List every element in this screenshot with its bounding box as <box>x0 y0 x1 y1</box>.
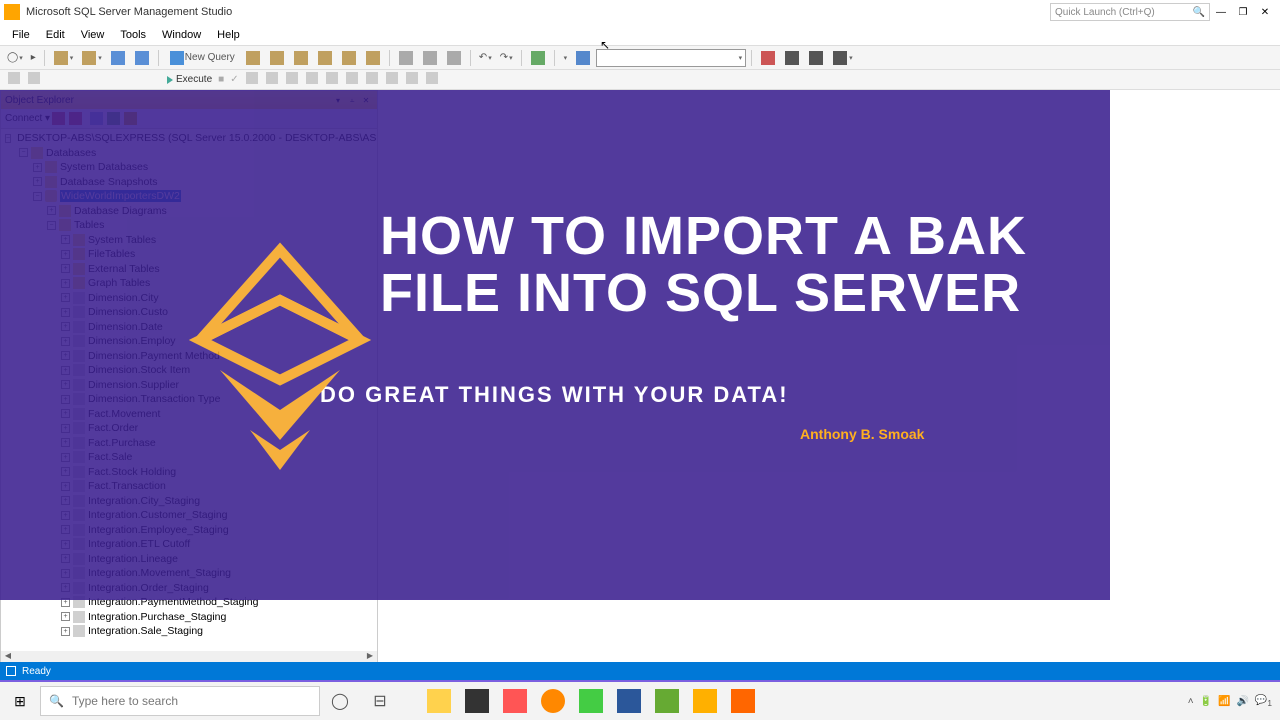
menu-tools[interactable]: Tools <box>112 29 154 41</box>
taskbar-search-input[interactable]: 🔍 Type here to search <box>40 686 320 716</box>
tb-icon-10[interactable] <box>757 50 779 66</box>
taskbar-app-explorer[interactable] <box>424 686 454 716</box>
tray-battery-icon[interactable]: 🔋 <box>1200 696 1212 707</box>
overlay-subtitle: DO GREAT THINGS WITH YOUR DATA! <box>320 382 1050 408</box>
tb-icon-12[interactable] <box>805 50 827 66</box>
app-title: Microsoft SQL Server Management Studio <box>26 6 1050 18</box>
tree-node[interactable]: +Integration.Sale_Staging <box>1 624 377 639</box>
tb-icon-3[interactable] <box>290 50 312 66</box>
tb-icon-13[interactable]: ▾ <box>829 50 856 66</box>
tb-icon-7[interactable] <box>527 50 549 66</box>
quick-launch-placeholder: Quick Launch (Ctrl+Q) <box>1055 7 1155 18</box>
tray-wifi-icon[interactable]: 📶 <box>1218 696 1230 707</box>
save-all-button[interactable] <box>131 50 153 66</box>
stop-button[interactable]: ■ <box>215 73 227 86</box>
overlay-heading: HOW TO IMPORT A BAK FILE INTO SQL SERVER <box>380 208 1050 321</box>
nav-fwd-button[interactable]: ▸ <box>28 51 39 64</box>
task-view-button[interactable]: ⊟ <box>364 685 396 717</box>
maximize-button[interactable]: ❐ <box>1232 7 1254 18</box>
app-icon <box>4 4 20 20</box>
search-placeholder: Type here to search <box>72 694 178 708</box>
copy-button[interactable] <box>419 50 441 66</box>
quick-launch-input[interactable]: Quick Launch (Ctrl+Q) 🔍 <box>1050 3 1210 21</box>
new-project-button[interactable]: ▾ <box>50 50 77 66</box>
tray-chevron-icon[interactable]: ˄ <box>1188 696 1194 707</box>
tb-icon-5[interactable] <box>338 50 360 66</box>
nav-back-button[interactable]: ◯▾ <box>4 51 26 64</box>
t2-icon-12[interactable] <box>422 71 442 88</box>
tb-icon-2[interactable] <box>266 50 288 66</box>
tray-volume-icon[interactable]: 🔊 <box>1236 696 1248 707</box>
taskbar-app-sublime[interactable] <box>728 686 758 716</box>
menu-view[interactable]: View <box>73 29 113 41</box>
title-bar: Microsoft SQL Server Management Studio Q… <box>0 0 1280 24</box>
undo-button[interactable]: ↶▾ <box>476 51 495 64</box>
cut-button[interactable] <box>395 50 417 66</box>
t2-icon-3[interactable] <box>242 71 262 88</box>
t2-icon-1[interactable] <box>4 71 24 88</box>
main-toolbar: ◯▾ ▸ ▾ ▾ New Query ↶▾ ↷▾ ▾ ▾ ▾ <box>0 46 1280 70</box>
menu-window[interactable]: Window <box>154 29 209 41</box>
t2-icon-8[interactable] <box>342 71 362 88</box>
parse-button[interactable]: ✓ <box>227 73 241 86</box>
overlay-author: Anthony B. Smoak <box>800 426 1050 442</box>
tray-notification-icon[interactable]: 💬1 <box>1255 695 1272 708</box>
tb-icon-4[interactable] <box>314 50 336 66</box>
close-button[interactable]: ✕ <box>1254 7 1276 18</box>
minimize-button[interactable]: — <box>1210 7 1232 18</box>
taskbar-app-line[interactable] <box>576 686 606 716</box>
main-area: Object Explorer ▾ ⫠ ✕ Connect ▾ −DESKTOP… <box>0 90 1280 666</box>
new-query-button[interactable]: New Query <box>164 49 240 67</box>
tb-icon-11[interactable] <box>781 50 803 66</box>
tb-icon-8[interactable]: ▾ <box>560 53 571 63</box>
menu-bar: File Edit View Tools Window Help <box>0 24 1280 46</box>
video-overlay: HOW TO IMPORT A BAK FILE INTO SQL SERVER… <box>0 90 1110 600</box>
taskbar-app-ssms[interactable] <box>690 686 720 716</box>
menu-help[interactable]: Help <box>209 29 248 41</box>
overlay-logo-icon <box>180 240 380 480</box>
t2-icon-5[interactable] <box>282 71 302 88</box>
paste-button[interactable] <box>443 50 465 66</box>
tb-icon-6[interactable] <box>362 50 384 66</box>
status-bar: Ready <box>0 662 1280 680</box>
tb-icon-9[interactable] <box>572 50 594 66</box>
menu-file[interactable]: File <box>4 29 38 41</box>
t2-icon-4[interactable] <box>262 71 282 88</box>
database-combo[interactable]: ▾ <box>596 49 746 67</box>
open-button[interactable]: ▾ <box>78 50 105 66</box>
search-icon: 🔍 <box>1193 7 1205 18</box>
status-icon <box>6 666 16 676</box>
cortana-button[interactable]: ◯ <box>324 685 356 717</box>
t2-icon-10[interactable] <box>382 71 402 88</box>
taskbar-app-word[interactable] <box>614 686 644 716</box>
t2-icon-7[interactable] <box>322 71 342 88</box>
t2-icon-2[interactable] <box>24 71 44 88</box>
t2-icon-9[interactable] <box>362 71 382 88</box>
t2-icon-6[interactable] <box>302 71 322 88</box>
taskbar-app-brave[interactable] <box>500 686 530 716</box>
system-tray[interactable]: ˄ 🔋 📶 🔊 💬1 <box>1188 695 1280 708</box>
search-icon: 🔍 <box>49 694 64 708</box>
menu-edit[interactable]: Edit <box>38 29 73 41</box>
taskbar-app-firefox[interactable] <box>538 686 568 716</box>
redo-button[interactable]: ↷▾ <box>497 51 516 64</box>
execute-button[interactable]: Execute <box>164 73 215 86</box>
sql-toolbar: Execute ■ ✓ <box>0 70 1280 90</box>
tree-node[interactable]: +Integration.Purchase_Staging <box>1 610 377 625</box>
taskbar-app-camtasia[interactable] <box>652 686 682 716</box>
taskbar-app-2[interactable] <box>462 686 492 716</box>
t2-icon-11[interactable] <box>402 71 422 88</box>
start-button[interactable]: ⊞ <box>0 681 40 721</box>
status-text: Ready <box>22 666 51 677</box>
save-button[interactable] <box>107 50 129 66</box>
tb-icon-1[interactable] <box>242 50 264 66</box>
windows-taskbar: ⊞ 🔍 Type here to search ◯ ⊟ ˄ 🔋 📶 🔊 💬1 <box>0 680 1280 720</box>
